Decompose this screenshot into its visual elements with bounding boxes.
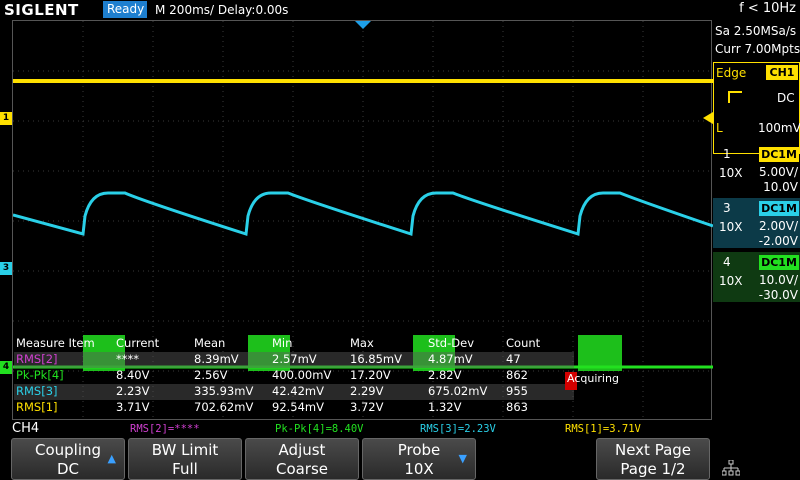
probe-button[interactable]: Probe 10X ▼ — [362, 438, 476, 480]
measurement-summary-bar: CH4 RMS[2]=**** Pk-Pk[4]=8.40V RMS[3]=2.… — [0, 420, 800, 438]
ch3-coupling-tag: DC1M — [759, 201, 799, 216]
ch3-level-marker[interactable]: 3 — [0, 262, 12, 275]
col-min: Min — [272, 336, 293, 350]
selected-channel-label: CH4 — [12, 421, 40, 436]
value-max: 2.29V — [350, 384, 384, 398]
measure-item: RMS[3] — [16, 384, 58, 398]
trigger-level: 100mV — [758, 121, 800, 135]
trigger-level-label: L — [716, 121, 723, 135]
memory-depth: Curr 7.00Mpts — [715, 42, 800, 56]
value-min: 92.54mV — [272, 400, 324, 414]
value-count: 47 — [506, 352, 521, 366]
ch4-offset: -30.0V — [758, 288, 798, 302]
value-max: 3.72V — [350, 400, 384, 414]
measurement-table: Measure Item Current Mean Min Max Std-De… — [14, 336, 574, 418]
value-mean: 8.39mV — [194, 352, 239, 366]
ch1-probe: 10X — [719, 166, 743, 180]
next-page-button[interactable]: Next Page Page 1/2 — [596, 438, 710, 480]
value-min: 2.57mV — [272, 352, 317, 366]
top-status-bar: SIGLENT Ready M 200ms/ Delay:0.00s f < 1… — [0, 0, 800, 20]
sample-rate: Sa 2.50MSa/s — [715, 24, 797, 38]
value-std-dev: 2.82V — [428, 368, 462, 382]
summary-pkpk4: Pk-Pk[4]=8.40V — [275, 423, 364, 435]
ch4-number: 4 — [723, 255, 731, 269]
softkey-menu: Coupling DC ▲ BW Limit Full Adjust Coars… — [0, 438, 800, 480]
chevron-up-icon: ▲ — [107, 452, 116, 465]
acquiring-status: Acquiring — [567, 372, 619, 385]
network-icon[interactable] — [721, 459, 741, 476]
ch1-number: 1 — [723, 147, 731, 161]
coupling-button[interactable]: Coupling DC ▲ — [11, 438, 125, 480]
ch1-scale: 5.00V/ — [759, 165, 798, 179]
chevron-down-icon: ▼ — [458, 452, 467, 465]
value-mean: 2.56V — [194, 368, 228, 382]
value-max: 17.20V — [350, 368, 391, 382]
summary-rms3: RMS[3]=2.23V — [420, 423, 496, 435]
measurement-header-row: Measure Item Current Mean Min Max Std-De… — [14, 336, 574, 352]
value-min: 42.42mV — [272, 384, 324, 398]
col-std-dev: Std-Dev — [428, 336, 474, 350]
bw-limit-button[interactable]: BW Limit Full — [128, 438, 242, 480]
measure-item: Pk-Pk[4] — [16, 368, 64, 382]
value-current: 2.23V — [116, 384, 150, 398]
col-count: Count — [506, 336, 541, 350]
table-row[interactable]: Pk-Pk[4] 8.40V 2.56V 400.00mV 17.20V 2.8… — [14, 368, 574, 384]
measure-item: RMS[1] — [16, 400, 58, 414]
col-measure-item: Measure Item — [16, 336, 95, 350]
ch1-coupling-tag: DC1M — [759, 147, 799, 162]
measure-item: RMS[2] — [16, 352, 58, 366]
timebase-readout[interactable]: M 200ms/ Delay:0.00s — [155, 3, 288, 17]
ch3-offset: -2.00V — [758, 234, 798, 248]
ch4-probe: 10X — [719, 274, 743, 288]
adjust-button[interactable]: Adjust Coarse — [245, 438, 359, 480]
ch4-level-marker[interactable]: 4 — [0, 361, 12, 374]
value-std-dev: 675.02mV — [428, 384, 488, 398]
value-std-dev: 4.87mV — [428, 352, 473, 366]
value-current: 8.40V — [116, 368, 150, 382]
trigger-position-marker — [355, 21, 371, 29]
value-mean: 335.93mV — [194, 384, 254, 398]
value-count: 863 — [506, 400, 528, 414]
value-min: 400.00mV — [272, 368, 332, 382]
value-current: 3.71V — [116, 400, 150, 414]
siglent-logo: SIGLENT — [4, 1, 79, 19]
summary-rms2: RMS[2]=**** — [130, 423, 200, 435]
value-current: **** — [116, 352, 139, 366]
ch4-info[interactable]: 4 DC1M 10X 10.0V/ -30.0V — [713, 252, 800, 302]
ch1-offset: 10.0V — [763, 180, 798, 194]
ch3-number: 3 — [723, 201, 731, 215]
table-row[interactable]: RMS[2] **** 8.39mV 2.57mV 16.85mV 4.87mV… — [14, 352, 574, 368]
ch3-info[interactable]: 3 DC1M 10X 2.00V/ -2.00V — [713, 198, 800, 248]
value-max: 16.85mV — [350, 352, 402, 366]
table-row[interactable]: RMS[1] 3.71V 702.62mV 92.54mV 3.72V 1.32… — [14, 400, 574, 416]
run-status-badge[interactable]: Ready — [103, 1, 147, 18]
trigger-mode: Edge — [716, 66, 747, 80]
value-count: 862 — [506, 368, 528, 382]
trigger-source-tag: CH1 — [766, 65, 798, 80]
ch1-info[interactable]: 1 DC1M 10X 5.00V/ 10.0V — [713, 144, 800, 194]
ch4-scale: 10.0V/ — [759, 273, 798, 287]
ch3-trace — [12, 191, 714, 236]
frequency-counter: f < 10Hz — [739, 1, 796, 16]
ch4-coupling-tag: DC1M — [759, 255, 799, 270]
value-count: 955 — [506, 384, 528, 398]
col-current: Current — [116, 336, 160, 350]
ch3-scale: 2.00V/ — [759, 219, 798, 233]
summary-rms1: RMS[1]=3.71V — [565, 423, 641, 435]
right-info-panel: Sa 2.50MSa/s Curr 7.00Mpts Edge CH1 DC L… — [713, 20, 800, 420]
col-mean: Mean — [194, 336, 226, 350]
trigger-coupling: DC — [777, 91, 795, 105]
table-row[interactable]: RMS[3] 2.23V 335.93mV 42.42mV 2.29V 675.… — [14, 384, 574, 400]
value-std-dev: 1.32V — [428, 400, 462, 414]
trigger-info[interactable]: Edge CH1 DC L 100mV — [713, 62, 800, 154]
ch1-level-marker[interactable]: 1 — [0, 112, 12, 125]
ch3-probe: 10X — [719, 220, 743, 234]
col-max: Max — [350, 336, 374, 350]
value-mean: 702.62mV — [194, 400, 254, 414]
rising-edge-icon — [728, 91, 742, 103]
